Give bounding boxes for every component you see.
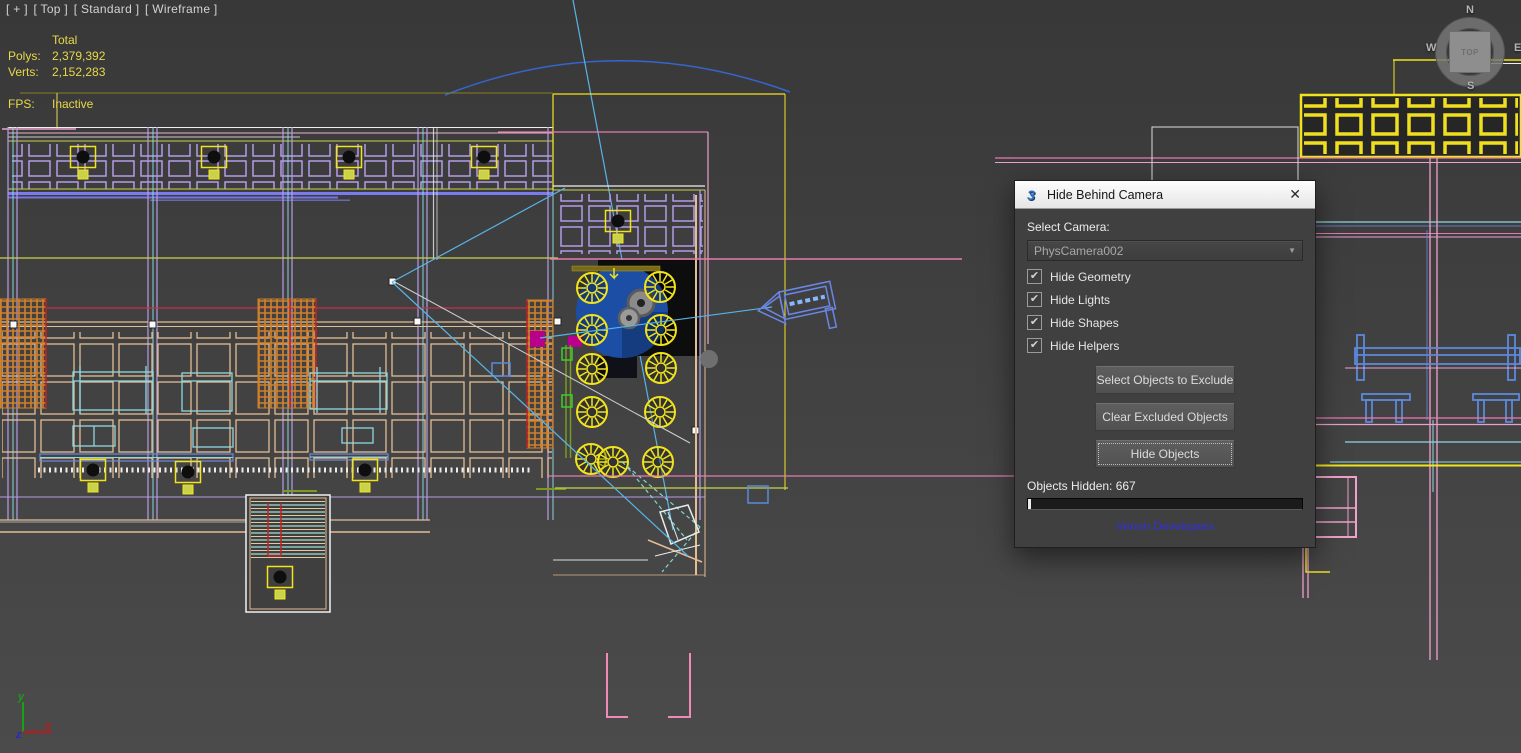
checkbox-label: Hide Lights	[1050, 293, 1110, 307]
checkbox-box[interactable]: ✔	[1027, 338, 1042, 353]
discharge-funnel	[622, 462, 702, 572]
checkbox-box[interactable]: ✔	[1027, 315, 1042, 330]
checkbox-hide-helpers[interactable]: ✔ Hide Helpers	[1027, 338, 1303, 353]
viewcube-east[interactable]: E	[1514, 42, 1521, 54]
axis-z-label: z	[15, 729, 22, 741]
axis-x-label: x	[44, 720, 52, 732]
developer-link[interactable]: Venon Developers	[1027, 519, 1303, 533]
checkbox-label: Hide Shapes	[1050, 316, 1119, 330]
checkbox-box[interactable]: ✔	[1027, 269, 1042, 284]
stats-polys-value: 2,379,392	[52, 49, 105, 63]
checkbox-hide-geometry[interactable]: ✔ Hide Geometry	[1027, 269, 1303, 284]
chevron-down-icon: ▼	[1288, 246, 1296, 255]
close-icon[interactable]: ✕	[1283, 184, 1307, 205]
progress-bar-fill	[1028, 499, 1031, 509]
viewcube-south[interactable]: S	[1467, 80, 1474, 92]
progress-bar	[1027, 498, 1303, 510]
3dsmax-logo-icon: 3	[1023, 187, 1039, 203]
axis-gizmo: y x z	[15, 691, 52, 741]
checkbox-hide-shapes[interactable]: ✔ Hide Shapes	[1027, 315, 1303, 330]
axis-y-label: y	[17, 691, 25, 703]
stats-fps-value: Inactive	[52, 97, 93, 111]
checkbox-label: Hide Geometry	[1050, 270, 1131, 284]
objects-hidden-status: Objects Hidden: 667	[1027, 479, 1303, 493]
stats-total-header: Total	[52, 33, 77, 47]
viewport-menu-general[interactable]: [ + ]	[6, 2, 28, 16]
select-camera-label: Select Camera:	[1027, 220, 1303, 234]
dialog-titlebar[interactable]: 3 Hide Behind Camera ✕	[1015, 181, 1315, 209]
pink-opening	[607, 653, 690, 718]
viewport-menu-renderer[interactable]: [ Standard ]	[74, 2, 140, 16]
clear-excluded-objects-button[interactable]: Clear Excluded Objects	[1095, 403, 1235, 431]
staircase[interactable]	[246, 495, 330, 612]
checkbox-label: Hide Helpers	[1050, 339, 1119, 353]
hide-behind-camera-dialog: 3 Hide Behind Camera ✕ Select Camera: Ph…	[1014, 180, 1316, 548]
camera-dropdown[interactable]: PhysCamera002 ▼	[1027, 240, 1303, 261]
select-objects-to-exclude-button[interactable]: Select Objects to Exclude	[1095, 366, 1235, 394]
stats-verts-value: 2,152,283	[52, 65, 105, 79]
checkbox-box[interactable]: ✔	[1027, 292, 1042, 307]
viewcube-top-face[interactable]: TOP	[1449, 31, 1491, 73]
hide-objects-button[interactable]: Hide Objects	[1095, 440, 1235, 468]
viewport-menu-pov[interactable]: [ Top ]	[33, 2, 68, 16]
viewcube-north[interactable]: N	[1466, 4, 1474, 16]
sphere-helper[interactable]	[700, 350, 718, 368]
stats-verts-label: Verts:	[8, 65, 39, 79]
viewcube[interactable]: TOP N S W E	[1432, 6, 1508, 94]
stats-polys-label: Polys:	[8, 49, 41, 63]
camera-dropdown-value: PhysCamera002	[1034, 244, 1288, 258]
checkbox-hide-lights[interactable]: ✔ Hide Lights	[1027, 292, 1303, 307]
viewport-label: [ + ] [ Top ] [ Standard ] [ Wireframe ]	[6, 2, 220, 16]
viewcube-west[interactable]: W	[1426, 42, 1436, 54]
dialog-title: Hide Behind Camera	[1047, 188, 1283, 202]
camera-object[interactable]	[755, 281, 839, 342]
viewport-menu-shading[interactable]: [ Wireframe ]	[145, 2, 218, 16]
stats-fps-label: FPS:	[8, 97, 35, 111]
